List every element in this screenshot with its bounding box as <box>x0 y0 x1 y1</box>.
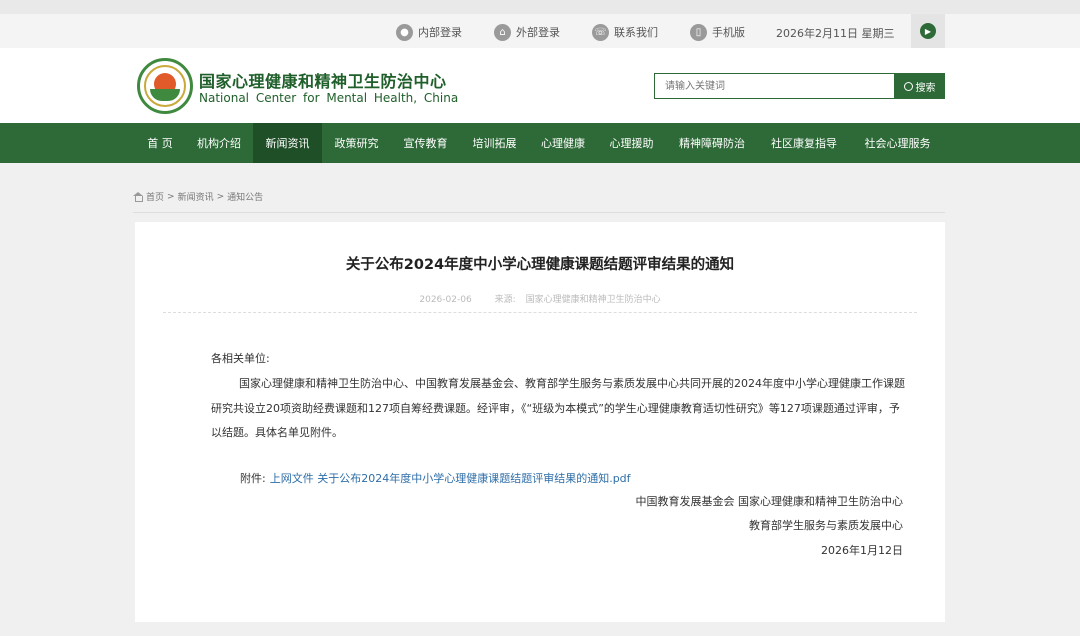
current-date: 2026年2月11日 星期三 <box>776 27 895 40</box>
breadcrumb-separator: > <box>216 191 225 202</box>
play-icon: ▶ <box>920 23 936 39</box>
site-name-en: National Center for Mental Health, China <box>199 91 459 105</box>
breadcrumb-home[interactable]: 首页 <box>146 190 164 203</box>
signature-date: 2026年1月12日 <box>821 544 903 557</box>
external-login-link[interactable]: ⌂ 外部登录 <box>494 22 560 42</box>
phone-icon: ☏ <box>592 23 609 41</box>
nav-item-home[interactable]: 首 页 <box>135 123 185 163</box>
article-title: 关于公布2024年度中小学心理健康课题结题评审结果的通知 <box>345 257 735 273</box>
internal-login-link[interactable]: ● 内部登录 <box>396 22 462 42</box>
top-utility-bar: ● 内部登录 ⌂ 外部登录 ☏ 联系我们 ▯ 手机版 2026年2月11日 星期… <box>0 0 1080 48</box>
nav-item-mental-health[interactable]: 心理健康 <box>529 123 597 163</box>
search-button-label: 搜索 <box>915 82 936 94</box>
nav-item-social-psych[interactable]: 社会心理服务 <box>850 123 945 163</box>
article-body: 国家心理健康和精神卫生防治中心、中国教育发展基金会、教育部学生服务与素质发展中心… <box>211 377 905 439</box>
nav-item-training[interactable]: 培训拓展 <box>460 123 529 163</box>
attachment: 附件: 上网文件 关于公布2024年度中小学心理健康课题结题评审结果的通知.pdf <box>240 470 631 486</box>
mobile-version-link[interactable]: ▯ 手机版 <box>690 22 745 42</box>
nav-item-psych-aid[interactable]: 心理援助 <box>597 123 666 163</box>
breadcrumb-divider <box>133 212 945 213</box>
nav-item-policy[interactable]: 政策研究 <box>322 123 391 163</box>
article-meta: 2026-02-06 来源: 国家心理健康和精神卫生防治中心 <box>135 292 945 305</box>
breadcrumb-news[interactable]: 新闻资讯 <box>178 190 214 203</box>
nav-item-about[interactable]: 机构介绍 <box>185 123 253 163</box>
site-name-cn: 国家心理健康和精神卫生防治中心 <box>199 72 447 91</box>
top-strip <box>0 0 1080 14</box>
signature-line2: 教育部学生服务与素质发展中心 <box>749 519 903 532</box>
source-label: 来源: <box>494 295 516 305</box>
breadcrumb: 首页 > 新闻资讯 > 通知公告 <box>133 190 263 203</box>
nav-item-publicity[interactable]: 宣传教育 <box>391 123 460 163</box>
source-value: 国家心理健康和精神卫生防治中心 <box>525 295 661 305</box>
play-button[interactable]: ▶ <box>911 14 945 48</box>
article-card: 关于公布2024年度中小学心理健康课题结题评审结果的通知 2026-02-06 … <box>135 222 945 622</box>
contact-us-link[interactable]: ☏ 联系我们 <box>592 22 658 42</box>
attachment-link[interactable]: 上网文件 关于公布2024年度中小学心理健康课题结题评审结果的通知.pdf <box>270 472 631 485</box>
nav-item-news[interactable]: 新闻资讯 <box>253 123 322 163</box>
search-icon <box>903 81 913 91</box>
home-icon <box>133 192 143 202</box>
mobile-icon: ▯ <box>690 23 707 41</box>
main-nav: 首 页 机构介绍 新闻资讯 政策研究 宣传教育 培训拓展 心理健康 心理援助 精… <box>0 123 1080 163</box>
search-button[interactable]: 搜索 <box>894 73 945 99</box>
article-divider <box>163 312 917 313</box>
site-header: 国家心理健康和精神卫生防治中心 National Center for Ment… <box>0 48 1080 123</box>
internal-login-label: 内部登录 <box>418 26 462 39</box>
attachment-label: 附件: <box>240 472 266 485</box>
user-icon: ● <box>396 23 413 41</box>
site-logo[interactable] <box>137 58 193 114</box>
home-icon: ⌂ <box>494 23 511 41</box>
search-input[interactable] <box>654 73 895 99</box>
external-login-label: 外部登录 <box>516 26 560 39</box>
breadcrumb-notice[interactable]: 通知公告 <box>227 190 263 203</box>
article-greeting: 各相关单位: <box>211 352 270 365</box>
nav-item-community-rehab[interactable]: 社区康复指导 <box>758 123 850 163</box>
article-source: 来源: 国家心理健康和精神卫生防治中心 <box>495 295 661 305</box>
breadcrumb-separator: > <box>167 191 175 202</box>
contact-us-label: 联系我们 <box>614 26 658 39</box>
mobile-version-label: 手机版 <box>712 26 745 39</box>
signature-line1: 中国教育发展基金会 国家心理健康和精神卫生防治中心 <box>635 495 904 508</box>
article-date: 2026-02-06 <box>419 295 472 305</box>
nav-item-disorder-prevention[interactable]: 精神障碍防治 <box>666 123 758 163</box>
